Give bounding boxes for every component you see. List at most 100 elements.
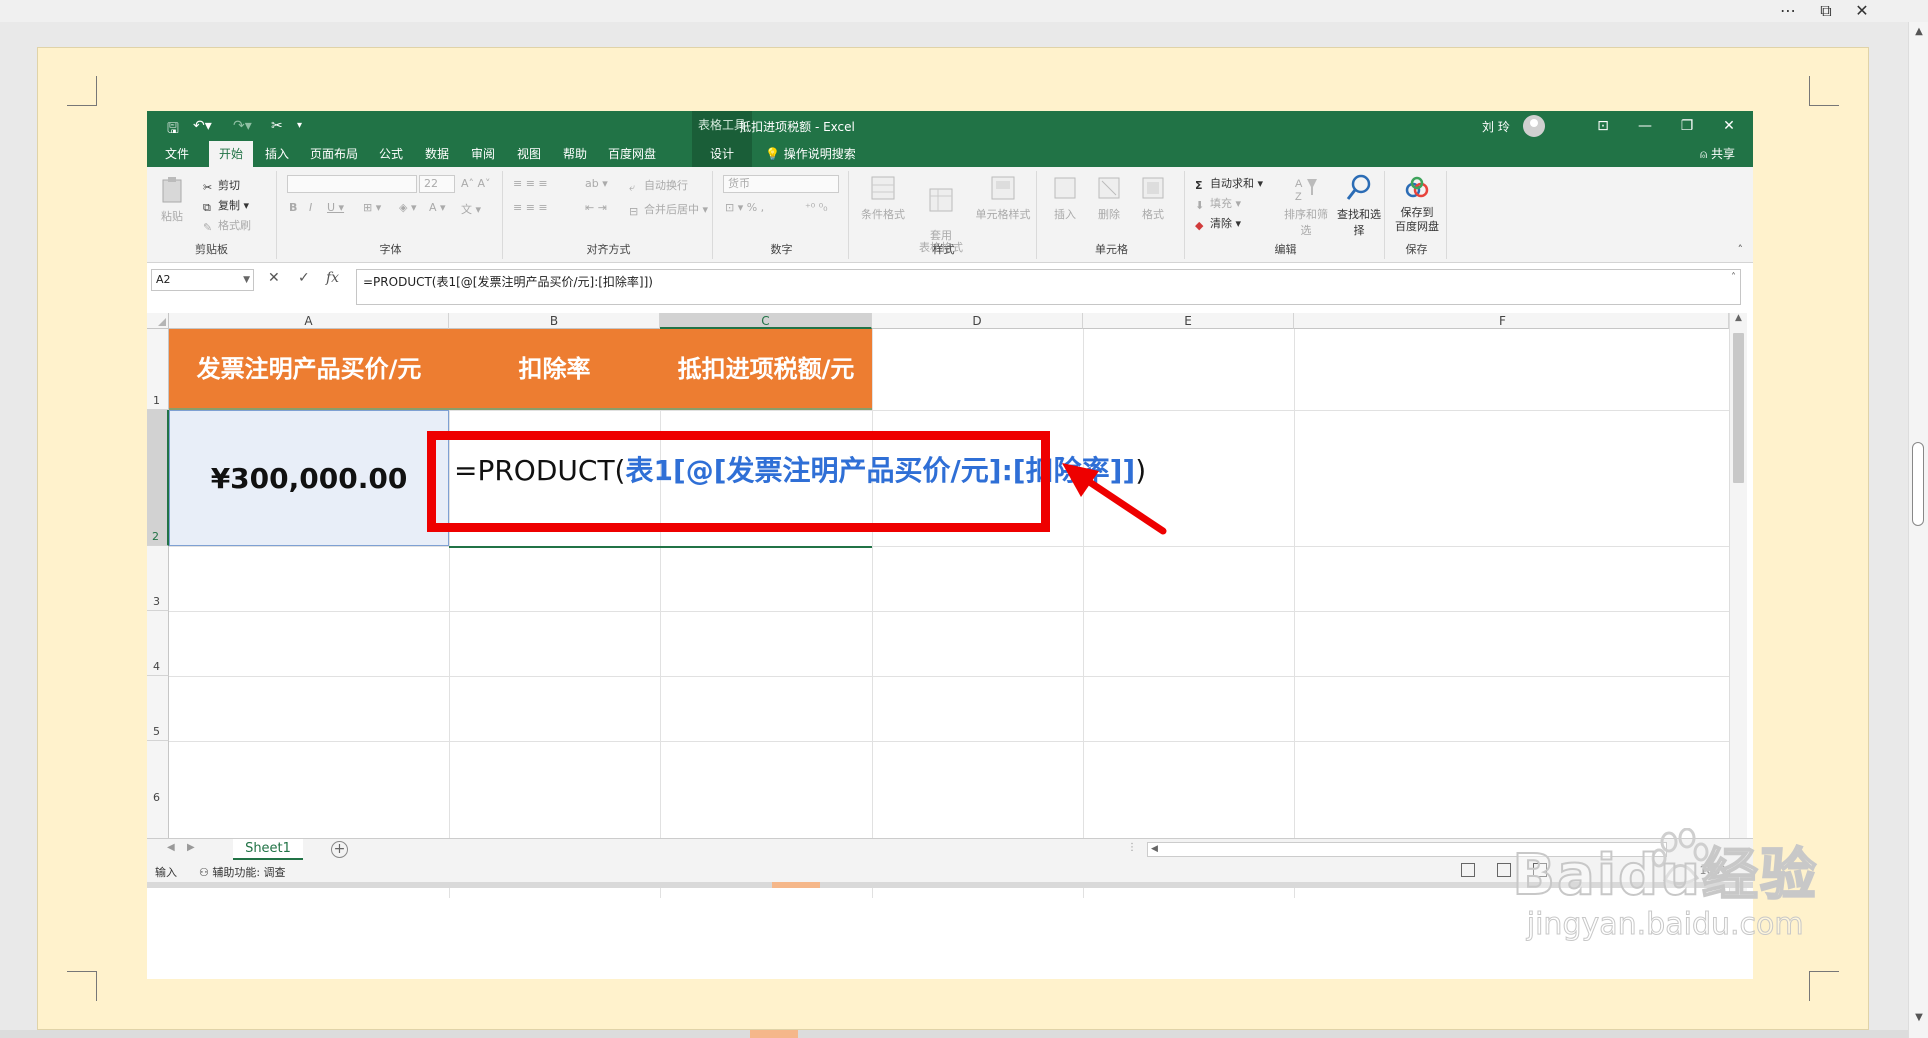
sort-filter-button[interactable]: AZ 排序和筛选 [1279, 173, 1333, 238]
next-sheet-icon[interactable]: ▶ [187, 842, 195, 853]
accounting-icon[interactable]: ⊡ ▾ % , [725, 201, 764, 214]
row-header-6[interactable]: 6 [147, 741, 169, 841]
indent-icon[interactable]: ⇤ ⇥ [585, 201, 607, 214]
fill-label: 填充 [1210, 197, 1232, 210]
group-label-font: 字体 [379, 243, 402, 256]
collapse-formula-bar-icon[interactable]: ˄ [1731, 272, 1736, 283]
decimal-icon[interactable]: ⁺⁰ ⁰₀ [805, 201, 828, 214]
name-box[interactable]: A2 ▼ [151, 269, 254, 291]
host-horizontal-scrollbar[interactable] [0, 1030, 1908, 1038]
italic-icon[interactable]: I [309, 201, 312, 214]
cancel-icon[interactable]: ✕ [268, 270, 280, 286]
format-cells-label: 格式 [1142, 208, 1164, 221]
tab-design[interactable]: 设计 [692, 141, 752, 167]
orientation-icon[interactable]: ab ▾ [585, 177, 608, 190]
wrap-text-button[interactable]: ⤶ 自动换行 [629, 177, 688, 194]
format-painter-button[interactable]: ✎ 格式刷 [203, 217, 251, 234]
name-box-dropdown-icon[interactable]: ▼ [243, 270, 250, 290]
paste-button[interactable]: 粘贴 [155, 175, 189, 224]
row-header-5[interactable]: 5 [147, 676, 169, 741]
sort-filter-icon: AZ [1295, 178, 1317, 203]
conditional-format-button[interactable]: 条件格式 [855, 173, 911, 222]
column-header-f[interactable]: F [1294, 313, 1729, 329]
tab-page-layout[interactable]: 页面布局 [301, 141, 367, 167]
grow-font-icon[interactable]: A˄ A˅ [461, 177, 491, 190]
tab-view[interactable]: 视图 [507, 141, 551, 167]
tab-split-icon[interactable]: ⋮ [1127, 842, 1137, 853]
scroll-down-icon[interactable]: ▼ [1909, 1012, 1928, 1023]
clear-button[interactable]: ◆ 清除 ▾ [1195, 215, 1241, 232]
excel-close-icon[interactable]: ✕ [1709, 111, 1749, 141]
normal-view-icon[interactable] [1461, 863, 1475, 877]
underline-icon[interactable]: U ▾ [327, 201, 344, 214]
group-label-save: 保存 [1405, 243, 1428, 256]
add-sheet-icon[interactable]: + [331, 841, 348, 858]
group-number: 货币 ⊡ ▾ % , ⁺⁰ ⁰₀ 数字 [715, 171, 849, 259]
sheet-scroll-up-icon[interactable]: ▲ [1730, 313, 1747, 323]
accessibility-status[interactable]: ⚇ 辅助功能: 调查 [199, 864, 286, 880]
find-select-button[interactable]: 查找和选择 [1333, 173, 1385, 238]
merge-center-button[interactable]: ⊟ 合并后居中 ▾ [629, 201, 708, 218]
left-align-icon[interactable]: ≡ ≡ ≡ [513, 201, 548, 214]
tab-review[interactable]: 审阅 [461, 141, 505, 167]
host-scroll-thumb[interactable] [1912, 442, 1924, 526]
restore-icon[interactable]: ⧉ [1808, 0, 1844, 22]
delete-cells-button[interactable]: 删除 [1089, 173, 1129, 222]
group-font: 22 A˄ A˅ B I U ▾ ⊞ ▾ ◈ ▾ A ▾ 文 ▾ 字体 [279, 171, 503, 259]
maximize-icon[interactable]: ❐ [1667, 111, 1707, 141]
close-icon[interactable]: ✕ [1844, 0, 1880, 22]
sheet-scroll-thumb[interactable] [1733, 333, 1744, 483]
more-icon[interactable]: ⋯ [1770, 0, 1806, 22]
tab-home[interactable]: 开始 [209, 141, 253, 167]
cut-button[interactable]: ✂ 剪切 [203, 177, 240, 194]
tab-file[interactable]: 文件 [147, 141, 207, 167]
number-format-select[interactable]: 货币 [723, 175, 839, 193]
window-title: 抵扣进项税额 - Excel [739, 120, 855, 134]
formula-input[interactable]: =PRODUCT(表1[@[发票注明产品买价/元]:[扣除率]]) ˄ [356, 269, 1741, 305]
excel-title-bar: 🖫 ↶▾ ↷▾ ✂ ▾ 表格工具 抵扣进项税额 - Excel 刘 玲 ⊡ — … [147, 111, 1753, 141]
phonetic-icon[interactable]: 文 ▾ [461, 201, 481, 217]
bold-icon[interactable]: B [289, 201, 297, 214]
row-header-4[interactable]: 4 [147, 611, 169, 676]
minimize-icon[interactable]: — [1625, 111, 1665, 141]
collapse-ribbon-icon[interactable]: ˄ [1738, 243, 1744, 256]
save-to-baidu-button[interactable]: 保存到 百度网盘 [1391, 173, 1443, 234]
cell-styles-button[interactable]: 单元格样式 [971, 173, 1035, 222]
fill-button[interactable]: ⬇ 填充 ▾ [1195, 195, 1241, 212]
row-header-3[interactable]: 3 [147, 546, 169, 611]
insert-cells-icon [1054, 177, 1076, 199]
user-name[interactable]: 刘 玲 [1482, 118, 1510, 135]
prev-sheet-icon[interactable]: ◀ [167, 842, 175, 853]
scroll-up-icon[interactable]: ▲ [1909, 26, 1928, 37]
tab-formulas[interactable]: 公式 [369, 141, 413, 167]
tell-me-search[interactable]: 💡 操作说明搜索 [765, 141, 856, 167]
tab-baidu-netdisk[interactable]: 百度网盘 [599, 141, 665, 167]
copy-button[interactable]: ⧉ 复制 ▾ [203, 197, 249, 214]
sheet-tab-sheet1[interactable]: Sheet1 [233, 839, 303, 861]
insert-cells-button[interactable]: 插入 [1045, 173, 1085, 222]
ribbon-display-icon[interactable]: ⊡ [1583, 111, 1623, 141]
page-layout-view-icon[interactable] [1497, 863, 1511, 877]
group-cells: 插入 删除 格式 单元格 [1039, 171, 1185, 259]
avatar[interactable] [1523, 115, 1545, 137]
share-button[interactable]: ⍝ 共享 [1700, 141, 1735, 167]
sheet-vertical-scrollbar[interactable]: ▲ [1729, 313, 1747, 898]
tab-help[interactable]: 帮助 [553, 141, 597, 167]
top-align-icon[interactable]: ≡ ≡ ≡ [513, 177, 548, 190]
autosum-button[interactable]: Σ 自动求和 ▾ [1195, 175, 1263, 192]
host-vertical-scrollbar[interactable]: ▲ ▼ [1908, 22, 1928, 1038]
font-color-icon[interactable]: A ▾ [429, 201, 446, 214]
group-label-alignment: 对齐方式 [586, 243, 631, 256]
tab-data[interactable]: 数据 [415, 141, 459, 167]
save-to-label: 保存到 [1400, 206, 1434, 219]
tab-insert[interactable]: 插入 [257, 141, 297, 167]
fill-color-icon[interactable]: ◈ ▾ [399, 201, 416, 214]
svg-text:A: A [1295, 178, 1303, 190]
scroll-left-icon[interactable]: ◀ [1151, 843, 1158, 856]
border-icon[interactable]: ⊞ ▾ [363, 201, 381, 214]
font-size-select[interactable]: 22 [419, 175, 455, 193]
font-name-select[interactable] [287, 175, 417, 193]
insert-function-icon[interactable]: fx [326, 270, 339, 286]
enter-icon[interactable]: ✓ [298, 270, 310, 286]
format-cells-button[interactable]: 格式 [1133, 173, 1173, 222]
